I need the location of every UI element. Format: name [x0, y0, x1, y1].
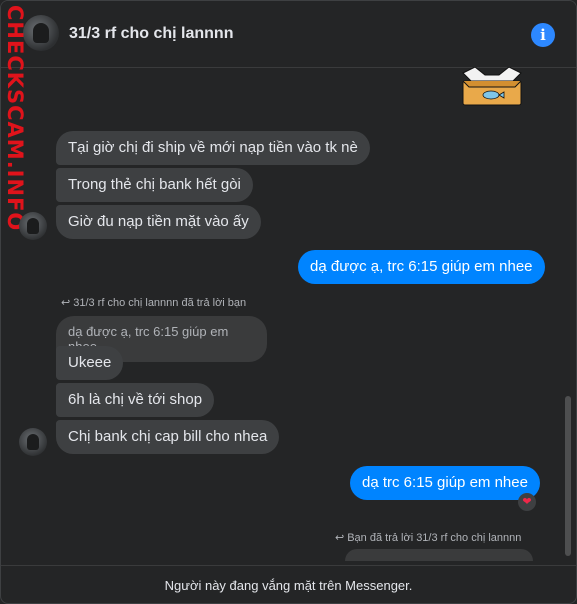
message-outgoing[interactable]: dạ được ạ, trc 6:15 giúp em nhee — [298, 250, 545, 284]
message-incoming[interactable]: Giờ đu nạp tiền mặt vào ấy — [56, 205, 261, 239]
reply-arrow-icon: ↩ — [61, 297, 71, 309]
contact-avatar[interactable] — [23, 15, 59, 51]
quoted-message-partial[interactable] — [345, 549, 533, 561]
watermark-logo: CHECKSCAM.INFO — [3, 5, 27, 231]
chat-window: 31/3 rf cho chị lannnn i CHECKSCAM.INFO … — [0, 0, 577, 604]
heart-reaction-icon[interactable]: ❤ — [518, 493, 536, 511]
reply-indicator: ↩ 31/3 rf cho chị lannnn đã trả lời bạn — [61, 296, 246, 309]
reply-label-text: Bạn đã trả lời 31/3 rf cho chị lannnn — [347, 532, 522, 544]
reply-label-text: 31/3 rf cho chị lannnn đã trả lời bạn — [73, 297, 247, 309]
message-incoming[interactable]: Ukeee — [56, 346, 124, 380]
reply-arrow-icon: ↩ — [335, 532, 345, 544]
message-outgoing[interactable]: dạ trc 6:15 giúp em nhee — [350, 466, 540, 500]
status-footer: Người này đang vắng mặt trên Messenger. — [1, 565, 576, 603]
chat-header: 31/3 rf cho chị lannnn i — [1, 1, 576, 68]
cat-box-sticker — [462, 67, 522, 106]
message-incoming[interactable]: Tại giờ chị đi ship về mới nạp tiền vào … — [56, 131, 370, 165]
message-incoming[interactable]: Chị bank chị cap bill cho nhea — [56, 420, 280, 454]
contact-name[interactable]: 31/3 rf cho chị lannnn — [69, 25, 233, 43]
message-incoming[interactable]: 6h là chị về tới shop — [56, 383, 215, 417]
sender-avatar[interactable] — [19, 212, 47, 240]
sender-avatar[interactable] — [19, 428, 47, 456]
message-incoming[interactable]: Trong thẻ chị bank hết gòi — [56, 168, 253, 202]
scrollbar[interactable] — [565, 396, 571, 556]
reply-indicator: ↩ Bạn đã trả lời 31/3 rf cho chị lannnn — [335, 531, 521, 544]
info-icon[interactable]: i — [531, 23, 555, 47]
watermark-text: CHECKSCAM.INFO — [3, 5, 27, 232]
